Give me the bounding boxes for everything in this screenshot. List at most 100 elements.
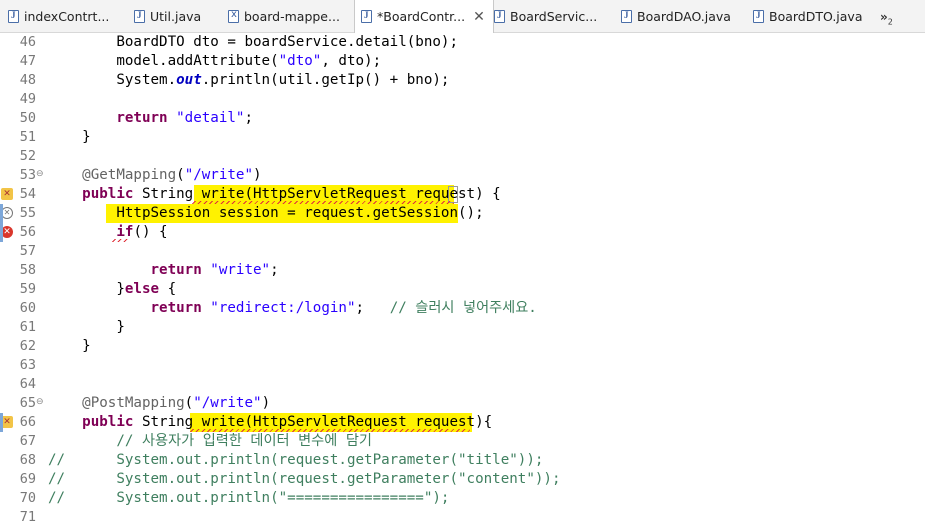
code-line[interactable]: 46 BoardDTO dto = boardService.detail(bn… <box>0 33 925 52</box>
code-text[interactable]: } <box>48 128 91 147</box>
line-gutter[interactable]: 57 <box>0 242 40 261</box>
code-line[interactable]: 65 ⊖ @PostMapping("/write") <box>0 394 925 413</box>
code-text[interactable]: return "write"; <box>48 261 279 280</box>
close-icon[interactable]: ✕ <box>473 9 485 25</box>
xml-file-icon <box>228 9 239 23</box>
line-gutter[interactable]: 68 <box>0 451 40 470</box>
line-gutter[interactable]: 58 <box>0 261 40 280</box>
code-text[interactable]: return "redirect:/login"; // 슬러시 넣어주세요. <box>48 299 537 318</box>
line-gutter[interactable]: 70 <box>0 489 40 508</box>
chevron-double-right-icon: » <box>880 10 888 24</box>
line-gutter[interactable]: 66 ✕ <box>0 413 40 432</box>
line-gutter[interactable]: 60 <box>0 299 40 318</box>
tab-label: indexContrt... <box>24 8 110 24</box>
code-text[interactable]: @PostMapping("/write") <box>48 394 270 413</box>
code-line[interactable]: 47 model.addAttribute("dto", dto); <box>0 52 925 71</box>
line-number: 52 <box>19 148 36 164</box>
tab-board-service[interactable]: BoardServic... <box>490 0 614 32</box>
code-text[interactable]: } <box>48 337 91 356</box>
code-line[interactable]: 55 ✕ HttpSession session = request.getSes… <box>0 204 925 223</box>
tab-index-controller[interactable]: indexContrt... <box>4 0 130 32</box>
code-line[interactable]: 70 // System.out.println("===============… <box>0 489 925 508</box>
code-line[interactable]: 66 ✕ public String write(HttpServletReque… <box>0 413 925 432</box>
line-gutter[interactable]: 53 ⊖ <box>0 166 44 185</box>
code-text[interactable]: BoardDTO dto = boardService.detail(bno); <box>48 33 458 52</box>
warning-error-icon[interactable]: ✕ <box>1 188 13 200</box>
line-gutter[interactable]: 46 <box>0 33 40 52</box>
line-gutter[interactable]: 55 ✕ <box>0 204 40 223</box>
line-number: 59 <box>19 281 36 297</box>
line-gutter[interactable]: 67 <box>0 432 40 451</box>
line-number: 69 <box>19 471 36 487</box>
line-gutter[interactable]: 48 <box>0 71 40 90</box>
line-gutter[interactable]: 56 ✕ <box>0 223 40 242</box>
line-number: 61 <box>19 319 36 335</box>
tab-board-mapper[interactable]: board-mappe... <box>224 0 356 32</box>
change-indicator <box>0 204 3 223</box>
code-line[interactable]: 67 // 사용자가 입력한 데이터 변수에 담기 <box>0 432 925 451</box>
change-indicator <box>0 223 3 242</box>
editor-tab-bar: indexContrt... Util.java board-mappe... … <box>0 0 925 33</box>
tab-overflow-button[interactable]: »2 <box>880 10 893 26</box>
line-number: 70 <box>19 490 36 506</box>
tab-board-dao[interactable]: BoardDAO.java <box>617 0 761 32</box>
fold-collapse-icon[interactable]: ⊖ <box>36 397 44 407</box>
code-line[interactable]: 52 <box>0 147 925 166</box>
line-gutter[interactable]: 49 <box>0 90 40 109</box>
tab-util[interactable]: Util.java <box>130 0 226 32</box>
line-gutter[interactable]: 54 ✕ <box>0 185 40 204</box>
code-text[interactable]: return "detail"; <box>48 109 253 128</box>
line-gutter[interactable]: 65 ⊖ <box>0 394 44 413</box>
line-gutter[interactable]: 64 <box>0 375 40 394</box>
line-gutter[interactable]: 52 <box>0 147 40 166</box>
code-text[interactable]: }else { <box>48 280 176 299</box>
code-text[interactable]: } <box>48 318 125 337</box>
code-line[interactable]: 69 // System.out.println(request.getParam… <box>0 470 925 489</box>
code-line[interactable]: 59 }else { <box>0 280 925 299</box>
code-text[interactable]: model.addAttribute("dto", dto); <box>48 52 381 71</box>
code-text[interactable]: if() { <box>48 223 167 242</box>
line-gutter[interactable]: 47 <box>0 52 40 71</box>
line-gutter[interactable]: 50 <box>0 109 40 128</box>
java-file-icon <box>8 9 19 23</box>
code-line[interactable]: 61 } <box>0 318 925 337</box>
line-gutter[interactable]: 62 <box>0 337 40 356</box>
code-text[interactable]: // System.out.println(request.getParamet… <box>48 451 543 470</box>
line-gutter[interactable]: 71 <box>0 508 40 527</box>
line-gutter[interactable]: 59 <box>0 280 40 299</box>
code-line[interactable]: 54 ✕ public String write(HttpServletReque… <box>0 185 925 204</box>
tab-board-dto[interactable]: BoardDTO.java <box>749 0 875 32</box>
line-gutter[interactable]: 51 <box>0 128 40 147</box>
code-text[interactable]: @GetMapping("/write") <box>48 166 261 185</box>
java-file-icon <box>361 10 372 23</box>
code-line[interactable]: 53 ⊖ @GetMapping("/write") <box>0 166 925 185</box>
code-line[interactable]: 71 <box>0 508 925 527</box>
code-line[interactable]: 62 } <box>0 337 925 356</box>
code-line[interactable]: 57 <box>0 242 925 261</box>
code-line[interactable]: 64 <box>0 375 925 394</box>
code-line[interactable]: 49 <box>0 90 925 109</box>
code-line[interactable]: 63 <box>0 356 925 375</box>
line-number: 55 <box>19 205 36 221</box>
code-line[interactable]: 56 ✕ if() { <box>0 223 925 242</box>
line-gutter[interactable]: 69 <box>0 470 40 489</box>
code-line[interactable]: 68 // System.out.println(request.getParam… <box>0 451 925 470</box>
fold-collapse-icon[interactable]: ⊖ <box>36 169 44 179</box>
code-text[interactable]: HttpSession session = request.getSession… <box>48 204 483 223</box>
code-line[interactable]: 50 return "detail"; <box>0 109 925 128</box>
code-line[interactable]: 51 } <box>0 128 925 147</box>
code-text[interactable]: // System.out.println("================"… <box>48 489 449 508</box>
line-gutter[interactable]: 63 <box>0 356 40 375</box>
code-line[interactable]: 48 System.out.println(util.getIp() + bno… <box>0 71 925 90</box>
code-editor[interactable]: 46 BoardDTO dto = boardService.detail(bn… <box>0 33 925 526</box>
code-text[interactable]: System.out.println(util.getIp() + bno); <box>48 71 449 90</box>
code-text[interactable]: // 사용자가 입력한 데이터 변수에 담기 <box>48 432 372 451</box>
code-line[interactable]: 58 return "write"; <box>0 261 925 280</box>
tab-board-controller[interactable]: *BoardContr... ✕ <box>354 0 494 33</box>
code-line[interactable]: 60 return "redirect:/login"; // 슬러시 넣어주세… <box>0 299 925 318</box>
code-text[interactable]: // System.out.println(request.getParamet… <box>48 470 561 489</box>
line-gutter[interactable]: 61 <box>0 318 40 337</box>
tab-label: BoardServic... <box>510 8 598 24</box>
line-number: 53 <box>19 167 36 183</box>
line-number: 65 <box>19 395 36 411</box>
